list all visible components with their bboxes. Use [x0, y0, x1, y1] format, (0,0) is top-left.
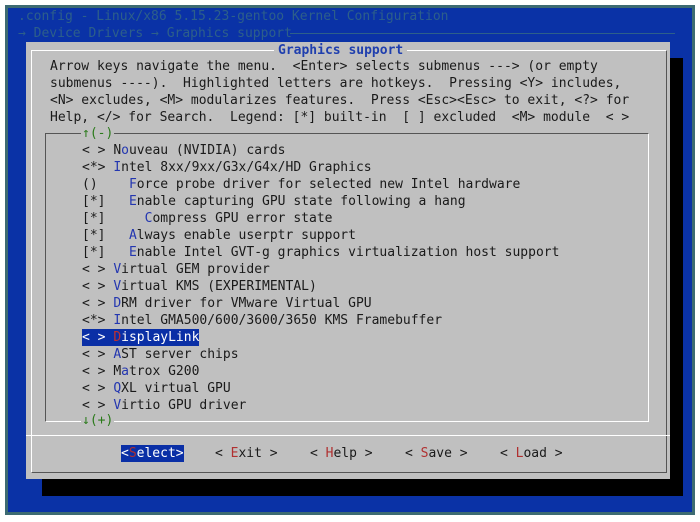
item-hotkey: F: [128, 177, 137, 192]
item-state[interactable]: [*]: [82, 194, 129, 209]
scroll-up-indicator[interactable]: ↑(-): [81, 125, 115, 142]
menu-item[interactable]: < > DisplayLink: [82, 329, 200, 346]
button-hotkey: S: [128, 446, 137, 461]
menu-item[interactable]: () Force probe driver for selected new I…: [82, 176, 520, 193]
item-label: orce probe driver for selected new Intel…: [136, 177, 521, 192]
help-line: submenus ----). Highlighted letters are …: [50, 76, 622, 91]
button-bracket: >: [356, 446, 373, 461]
button-bracket: >: [261, 446, 278, 461]
menu-item[interactable]: < > QXL virtual GPU: [82, 380, 231, 397]
menu-item[interactable]: < > Virtual GEM provider: [82, 261, 270, 278]
menu-item[interactable]: <*> Intel GMA500/600/3600/3650 KMS Frame…: [82, 312, 442, 329]
item-label: ntel 8xx/9xx/G3x/G4x/HD Graphics: [121, 160, 372, 175]
menu-item[interactable]: <*> Intel 8xx/9xx/G3x/G4x/HD Graphics: [82, 159, 372, 176]
item-label: irtual KMS (EXPERIMENTAL): [121, 279, 317, 294]
load-button[interactable]: < Load >: [500, 445, 563, 462]
menu-item[interactable]: [*] Always enable userptr support: [82, 227, 356, 244]
item-label: M: [113, 364, 122, 379]
save-button[interactable]: < Save >: [405, 445, 468, 462]
item-label: RM driver for VMware Virtual GPU: [121, 296, 372, 311]
menu-dialog: Graphics support Arrow keys navigate the…: [26, 42, 670, 479]
item-state[interactable]: < >: [82, 279, 113, 294]
item-state[interactable]: < >: [82, 347, 113, 362]
item-state[interactable]: < >: [82, 364, 113, 379]
item-state[interactable]: (): [82, 177, 129, 192]
item-label: XL virtual GPU: [121, 381, 231, 396]
button-bracket: <: [500, 446, 516, 461]
button-bracket: >: [451, 446, 468, 461]
item-hotkey: Q: [113, 381, 122, 396]
button-separator: [26, 435, 670, 436]
dialog-title: Graphics support: [274, 42, 408, 59]
help-line: Help, </> for Search. Legend: [*] built-…: [50, 110, 630, 125]
item-state[interactable]: [*]: [82, 245, 129, 260]
item-label: nable capturing GPU state following a ha…: [136, 194, 466, 209]
item-hotkey: V: [113, 279, 122, 294]
button-bracket: <: [310, 446, 326, 461]
select-button[interactable]: <Select>: [121, 445, 184, 462]
menu-item[interactable]: [*] Enable Intel GVT-g graphics virtuali…: [82, 244, 559, 261]
item-state[interactable]: <*>: [82, 313, 113, 328]
item-label: ntel GMA500/600/3600/3650 KMS Framebuffe…: [121, 313, 443, 328]
item-label: isplayLink: [121, 330, 200, 345]
help-line: <N> excludes, <M> modularizes features. …: [50, 93, 630, 108]
item-state[interactable]: <*>: [82, 160, 113, 175]
item-hotkey: D: [113, 330, 122, 345]
item-label: lways enable userptr support: [136, 228, 356, 243]
item-hotkey: A: [128, 228, 137, 243]
scroll-down-indicator[interactable]: ↓(+): [81, 412, 115, 429]
header-divider: [290, 33, 675, 34]
item-label: nable Intel GVT-g graphics virtualizatio…: [136, 245, 560, 260]
menu-item[interactable]: < > DRM driver for VMware Virtual GPU: [82, 295, 372, 312]
item-state[interactable]: < >: [82, 262, 113, 277]
item-hotkey: I: [113, 313, 122, 328]
item-label: irtual GEM provider: [121, 262, 270, 277]
item-state[interactable]: < >: [82, 381, 113, 396]
item-label: irtio GPU driver: [121, 398, 247, 413]
exit-button[interactable]: < Exit >: [215, 445, 278, 462]
button-label: oad: [523, 446, 547, 461]
button-bracket: <: [121, 446, 129, 461]
menu-item[interactable]: < > Virtual KMS (EXPERIMENTAL): [82, 278, 317, 295]
item-hotkey: V: [113, 398, 122, 413]
item-label: trox G200: [128, 364, 200, 379]
item-hotkey: V: [113, 262, 122, 277]
item-hotkey: E: [128, 194, 137, 209]
item-state[interactable]: < >: [82, 330, 113, 345]
item-state[interactable]: < >: [82, 398, 113, 413]
menu-item[interactable]: [*] Compress GPU error state: [82, 210, 332, 227]
item-hotkey: o: [121, 143, 129, 158]
item-label: ompress GPU error state: [152, 211, 333, 226]
item-hotkey: I: [113, 160, 122, 175]
button-bracket: >: [175, 446, 184, 461]
window-title: .config - Linux/x86 5.15.23-gentoo Kerne…: [18, 9, 449, 24]
breadcrumb: → Device Drivers → Graphics support: [18, 26, 292, 41]
button-label: elect: [136, 446, 176, 461]
menu-item[interactable]: < > Matrox G200: [82, 363, 199, 380]
button-bracket: <: [405, 446, 421, 461]
item-hotkey: E: [128, 245, 137, 260]
button-bracket: <: [215, 446, 231, 461]
item-hotkey: A: [113, 347, 122, 362]
item-label: ST server chips: [121, 347, 239, 362]
menu-item[interactable]: < > Nouveau (NVIDIA) cards: [82, 142, 286, 159]
button-label: elp: [333, 446, 357, 461]
button-label: ave: [428, 446, 452, 461]
item-label: uveau (NVIDIA) cards: [128, 143, 286, 158]
item-state[interactable]: < >: [82, 143, 113, 158]
item-state[interactable]: < >: [82, 296, 113, 311]
item-state[interactable]: [*]: [82, 228, 129, 243]
button-bracket: >: [546, 446, 563, 461]
menu-item[interactable]: [*] Enable capturing GPU state following…: [82, 193, 466, 210]
item-hotkey: D: [113, 296, 122, 311]
item-hotkey: a: [121, 364, 129, 379]
item-state[interactable]: [*]: [82, 211, 145, 226]
help-button[interactable]: < Help >: [310, 445, 373, 462]
menu-item[interactable]: < > AST server chips: [82, 346, 239, 363]
item-label: N: [113, 143, 122, 158]
help-line: Arrow keys navigate the menu. <Enter> se…: [50, 59, 598, 74]
button-label: xit: [238, 446, 262, 461]
